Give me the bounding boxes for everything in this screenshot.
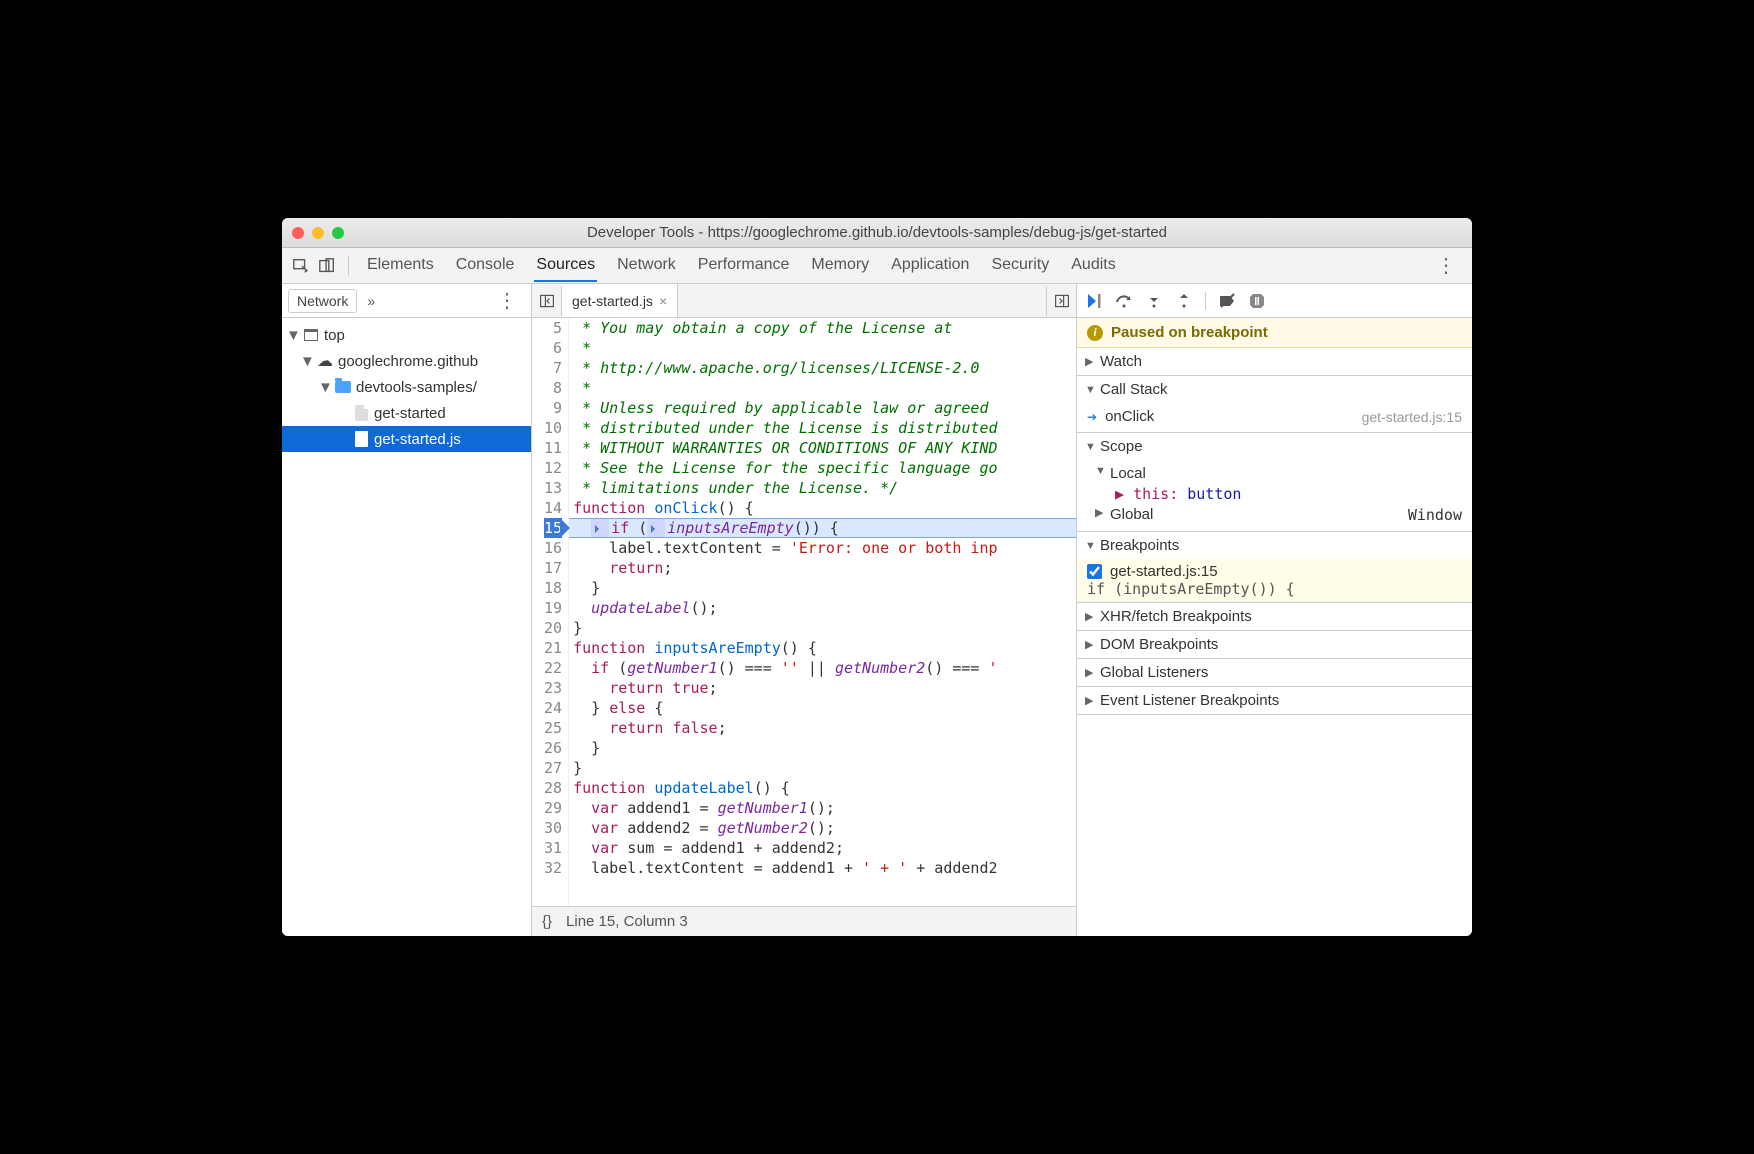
callstack-frame[interactable]: ➔ onClick get-started.js:15 xyxy=(1077,405,1472,428)
file-tree: ▼top ▼☁googlechrome.github ▼devtools-sam… xyxy=(282,318,531,452)
cursor-position: Line 15, Column 3 xyxy=(566,913,688,930)
breakpoint-checkbox[interactable] xyxy=(1087,564,1102,579)
dom-breakpoints-section[interactable]: ▶DOM Breakpoints xyxy=(1077,631,1472,659)
file-icon xyxy=(352,404,370,422)
scope-global[interactable]: ▶GlobalWindow xyxy=(1077,503,1472,527)
tab-sources[interactable]: Sources xyxy=(534,250,597,282)
deactivate-breakpoints-icon[interactable] xyxy=(1218,292,1236,310)
editor-header: get-started.js × xyxy=(532,284,1076,318)
file-icon xyxy=(352,430,370,448)
navigator-options-icon[interactable]: ⋮ xyxy=(489,288,525,313)
braces-icon[interactable]: {} xyxy=(542,913,552,930)
code-content[interactable]: * You may obtain a copy of the License a… xyxy=(569,318,1076,906)
info-icon: i xyxy=(1087,325,1103,341)
inspect-element-icon[interactable] xyxy=(290,255,312,277)
step-over-icon[interactable] xyxy=(1115,292,1133,310)
event-listener-breakpoints-section[interactable]: ▶Event Listener Breakpoints xyxy=(1077,687,1472,715)
resume-icon[interactable] xyxy=(1085,292,1103,310)
breakpoint-item[interactable]: get-started.js:15 if (inputsAreEmpty()) … xyxy=(1077,559,1472,602)
scope-this[interactable]: ▶ this: button xyxy=(1077,485,1472,503)
tree-folder[interactable]: ▼devtools-samples/ xyxy=(282,374,531,400)
tab-network[interactable]: Network xyxy=(615,250,678,282)
scope-header[interactable]: ▼Scope xyxy=(1077,433,1472,460)
close-window-button[interactable] xyxy=(292,227,304,239)
editor-tab-label: get-started.js xyxy=(572,293,653,309)
navigator-more-tabs-icon[interactable]: » xyxy=(367,293,375,309)
navigator-tab-network[interactable]: Network xyxy=(288,289,357,313)
breakpoints-header[interactable]: ▼Breakpoints xyxy=(1077,532,1472,559)
cloud-icon: ☁ xyxy=(316,352,334,370)
tab-memory[interactable]: Memory xyxy=(809,250,871,282)
maximize-window-button[interactable] xyxy=(332,227,344,239)
toggle-navigator-icon[interactable] xyxy=(532,286,562,316)
paused-banner: i Paused on breakpoint xyxy=(1077,318,1472,348)
window-title: Developer Tools - https://googlechrome.g… xyxy=(292,224,1462,241)
scope-local[interactable]: ▼Local xyxy=(1077,462,1472,485)
folder-icon xyxy=(334,378,352,396)
debug-controls xyxy=(1077,284,1472,318)
tab-security[interactable]: Security xyxy=(989,250,1051,282)
pause-exceptions-icon[interactable] xyxy=(1248,292,1266,310)
step-into-icon[interactable] xyxy=(1145,292,1163,310)
tree-file-html[interactable]: get-started xyxy=(282,400,531,426)
tree-origin[interactable]: ▼☁googlechrome.github xyxy=(282,348,531,374)
main-toolbar: Elements Console Sources Network Performance… xyxy=(282,248,1472,284)
panel-tabs: Elements Console Sources Network Performance… xyxy=(365,250,1424,282)
navigator-sidebar: Network » ⋮ ▼top ▼☁googlechrome.github ▼… xyxy=(282,284,532,936)
tab-audits[interactable]: Audits xyxy=(1069,250,1117,282)
tab-elements[interactable]: Elements xyxy=(365,250,436,282)
frame-icon xyxy=(302,326,320,344)
tree-file-js[interactable]: get-started.js xyxy=(282,426,531,452)
callstack-section: ▼Call Stack ➔ onClick get-started.js:15 xyxy=(1077,376,1472,433)
device-toolbar-icon[interactable] xyxy=(316,255,338,277)
code-area[interactable]: 5678910111213141516171819202122232425262… xyxy=(532,318,1076,906)
tree-top[interactable]: ▼top xyxy=(282,322,531,348)
editor-pane: get-started.js × 56789101112131415161718… xyxy=(532,284,1077,936)
callstack-header[interactable]: ▼Call Stack xyxy=(1077,376,1472,403)
toggle-debugger-icon[interactable] xyxy=(1046,286,1076,316)
tab-performance[interactable]: Performance xyxy=(696,250,792,282)
tab-application[interactable]: Application xyxy=(889,250,971,282)
minimize-window-button[interactable] xyxy=(312,227,324,239)
scope-section: ▼Scope ▼Local ▶ this: button ▶GlobalWind… xyxy=(1077,433,1472,532)
titlebar[interactable]: Developer Tools - https://googlechrome.g… xyxy=(282,218,1472,248)
current-frame-icon: ➔ xyxy=(1087,410,1097,424)
more-options-icon[interactable]: ⋮ xyxy=(1428,253,1464,278)
debugger-pane: i Paused on breakpoint ▶Watch ▼Call Stac… xyxy=(1077,284,1472,936)
devtools-window: Developer Tools - https://googlechrome.g… xyxy=(282,218,1472,936)
xhr-breakpoints-section[interactable]: ▶XHR/fetch Breakpoints xyxy=(1077,603,1472,631)
editor-footer: {} Line 15, Column 3 xyxy=(532,906,1076,936)
step-out-icon[interactable] xyxy=(1175,292,1193,310)
global-listeners-section[interactable]: ▶Global Listeners xyxy=(1077,659,1472,687)
navigator-header: Network » ⋮ xyxy=(282,284,531,318)
watch-section[interactable]: ▶Watch xyxy=(1077,348,1472,376)
tab-console[interactable]: Console xyxy=(454,250,517,282)
breakpoints-section: ▼Breakpoints get-started.js:15 if (input… xyxy=(1077,532,1472,603)
close-tab-icon[interactable]: × xyxy=(659,293,667,309)
editor-tab[interactable]: get-started.js × xyxy=(562,284,678,317)
line-gutter[interactable]: 5678910111213141516171819202122232425262… xyxy=(532,318,569,906)
